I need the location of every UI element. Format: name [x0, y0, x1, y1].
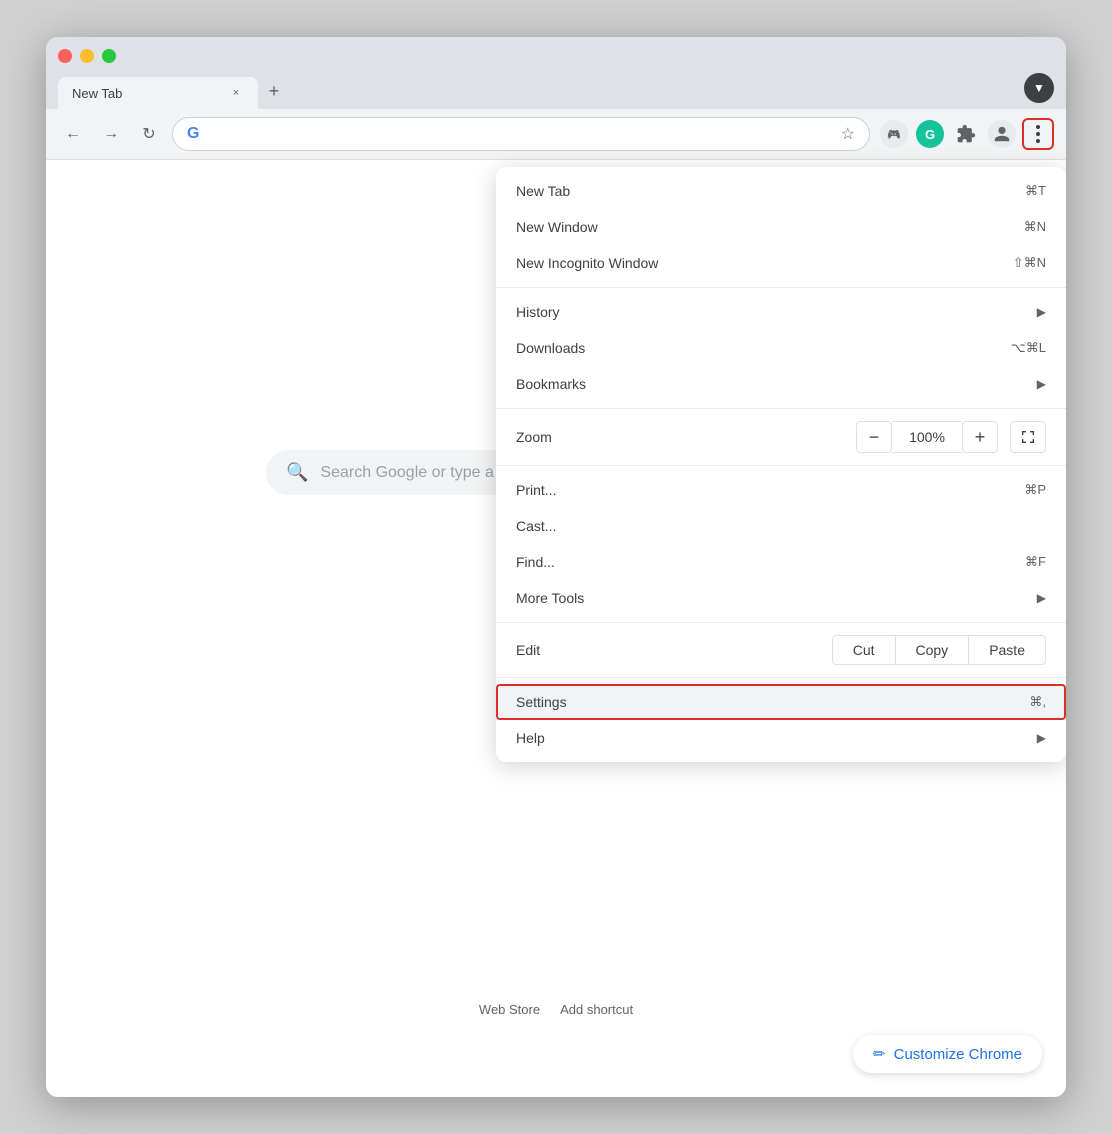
extensions-icon-btn[interactable] — [950, 118, 982, 150]
profile-dropdown-icon[interactable]: ▼ — [1024, 73, 1054, 103]
menu-item-find[interactable]: Find... ⌘F — [496, 544, 1066, 580]
menu-item-new-tab[interactable]: New Tab ⌘T — [496, 173, 1066, 209]
menu-item-settings-shortcut: ⌘, — [1029, 694, 1046, 710]
user-avatar — [988, 120, 1016, 148]
customize-icon: ✏ — [873, 1045, 886, 1063]
web-store-shortcut[interactable]: Web Store — [479, 1002, 540, 1017]
three-dots-icon — [1036, 125, 1040, 143]
svg-text:🎮: 🎮 — [887, 129, 901, 141]
menu-section-zoom: Zoom − 100% + — [496, 409, 1066, 466]
menu-item-print-shortcut: ⌘P — [1024, 482, 1046, 498]
menu-section-new: New Tab ⌘T New Window ⌘N New Incognito W… — [496, 167, 1066, 288]
tab-close-button[interactable]: × — [228, 85, 244, 101]
copy-button[interactable]: Copy — [896, 635, 969, 665]
toolbar-icons: 🎮 G — [878, 118, 1054, 150]
menu-section-history: History ▶ Downloads ⌥⌘L Bookmarks ▶ — [496, 288, 1066, 409]
grammarly-icon-btn[interactable]: G — [914, 118, 946, 150]
history-arrow-icon: ▶ — [1037, 305, 1046, 319]
menu-item-incognito[interactable]: New Incognito Window ⇧⌘N — [496, 245, 1066, 281]
active-tab[interactable]: New Tab × — [58, 77, 258, 109]
edit-row: Edit Cut Copy Paste — [496, 629, 1066, 671]
google-g-logo: G — [187, 125, 199, 143]
three-dots-menu-button[interactable] — [1022, 118, 1054, 150]
add-shortcut-item[interactable]: Add shortcut — [560, 1002, 633, 1017]
menu-item-cast-label: Cast... — [516, 518, 1046, 534]
dropdown-arrow: ▼ — [1033, 81, 1045, 95]
traffic-lights — [58, 49, 1054, 63]
menu-item-cast[interactable]: Cast... — [496, 508, 1066, 544]
edit-actions: Cut Copy Paste — [832, 635, 1046, 665]
context-menu: New Tab ⌘T New Window ⌘N New Incognito W… — [496, 167, 1066, 762]
minimize-button[interactable] — [80, 49, 94, 63]
menu-item-downloads[interactable]: Downloads ⌥⌘L — [496, 330, 1066, 366]
zoom-row: Zoom − 100% + — [496, 415, 1066, 459]
menu-item-more-tools-label: More Tools — [516, 590, 1029, 606]
cut-button[interactable]: Cut — [832, 635, 896, 665]
menu-item-incognito-shortcut: ⇧⌘N — [1013, 255, 1046, 271]
shortcuts-area: Web Store Add shortcut — [479, 1002, 633, 1017]
address-bar[interactable]: G ☆ — [172, 117, 870, 151]
customize-label: Customize Chrome — [894, 1046, 1022, 1063]
puzzle-icon — [956, 124, 976, 144]
menu-item-history-label: History — [516, 304, 1029, 320]
maximize-button[interactable] — [102, 49, 116, 63]
tab-title: New Tab — [72, 86, 220, 101]
paste-button[interactable]: Paste — [968, 635, 1046, 665]
menu-item-more-tools[interactable]: More Tools ▶ — [496, 580, 1066, 616]
close-button[interactable] — [58, 49, 72, 63]
search-icon: 🔍 — [286, 462, 308, 483]
menu-item-bookmarks[interactable]: Bookmarks ▶ — [496, 366, 1066, 402]
browser-window: New Tab × + ▼ ← → ↻ G ☆ 🎮 — [46, 37, 1066, 1097]
menu-item-help[interactable]: Help ▶ — [496, 720, 1066, 756]
bookmarks-arrow-icon: ▶ — [1037, 377, 1046, 391]
menu-item-downloads-label: Downloads — [516, 340, 1011, 356]
help-arrow-icon: ▶ — [1037, 731, 1046, 745]
menu-section-print: Print... ⌘P Cast... Find... ⌘F More Tool… — [496, 466, 1066, 623]
edit-label: Edit — [516, 642, 636, 658]
menu-item-history[interactable]: History ▶ — [496, 294, 1066, 330]
grammarly-icon: G — [916, 120, 944, 148]
menu-item-new-window[interactable]: New Window ⌘N — [496, 209, 1066, 245]
menu-item-settings[interactable]: Settings ⌘, — [496, 684, 1066, 720]
menu-item-help-label: Help — [516, 730, 1029, 746]
forward-button[interactable]: → — [96, 119, 126, 149]
menu-item-find-label: Find... — [516, 554, 1025, 570]
new-tab-button[interactable]: + — [260, 77, 288, 105]
menu-item-settings-label: Settings — [516, 694, 1029, 710]
menu-item-new-window-shortcut: ⌘N — [1024, 219, 1046, 235]
address-input[interactable] — [207, 126, 832, 142]
menu-item-print-label: Print... — [516, 482, 1024, 498]
fullscreen-button[interactable] — [1010, 421, 1046, 453]
menu-section-settings: Settings ⌘, Help ▶ — [496, 678, 1066, 762]
extension-thumbnail: 🎮 — [880, 120, 908, 148]
avatar-icon-btn[interactable]: 🎮 — [878, 118, 910, 150]
zoom-in-button[interactable]: + — [962, 421, 998, 453]
menu-item-incognito-label: New Incognito Window — [516, 255, 1013, 271]
fullscreen-icon — [1020, 429, 1036, 445]
menu-item-print[interactable]: Print... ⌘P — [496, 472, 1066, 508]
more-tools-arrow-icon: ▶ — [1037, 591, 1046, 605]
bookmark-star-icon[interactable]: ☆ — [841, 124, 855, 144]
zoom-out-button[interactable]: − — [856, 421, 892, 453]
account-icon-btn[interactable] — [986, 118, 1018, 150]
zoom-label: Zoom — [516, 429, 636, 445]
menu-item-bookmarks-label: Bookmarks — [516, 376, 1029, 392]
back-button[interactable]: ← — [58, 119, 88, 149]
menu-item-downloads-shortcut: ⌥⌘L — [1011, 340, 1046, 356]
menu-item-new-tab-shortcut: ⌘T — [1025, 183, 1046, 199]
zoom-controls: − 100% + — [856, 421, 1046, 453]
menu-item-find-shortcut: ⌘F — [1025, 554, 1046, 570]
menu-item-new-window-label: New Window — [516, 219, 1024, 235]
menu-item-new-tab-label: New Tab — [516, 183, 1025, 199]
reload-button[interactable]: ↻ — [134, 119, 164, 149]
zoom-value-display: 100% — [892, 421, 962, 453]
tabs-row: New Tab × + ▼ — [58, 73, 1054, 109]
toolbar: ← → ↻ G ☆ 🎮 G — [46, 109, 1066, 160]
title-bar: New Tab × + ▼ — [46, 37, 1066, 109]
menu-section-edit: Edit Cut Copy Paste — [496, 623, 1066, 678]
customize-chrome-button[interactable]: ✏ Customize Chrome — [853, 1035, 1042, 1073]
